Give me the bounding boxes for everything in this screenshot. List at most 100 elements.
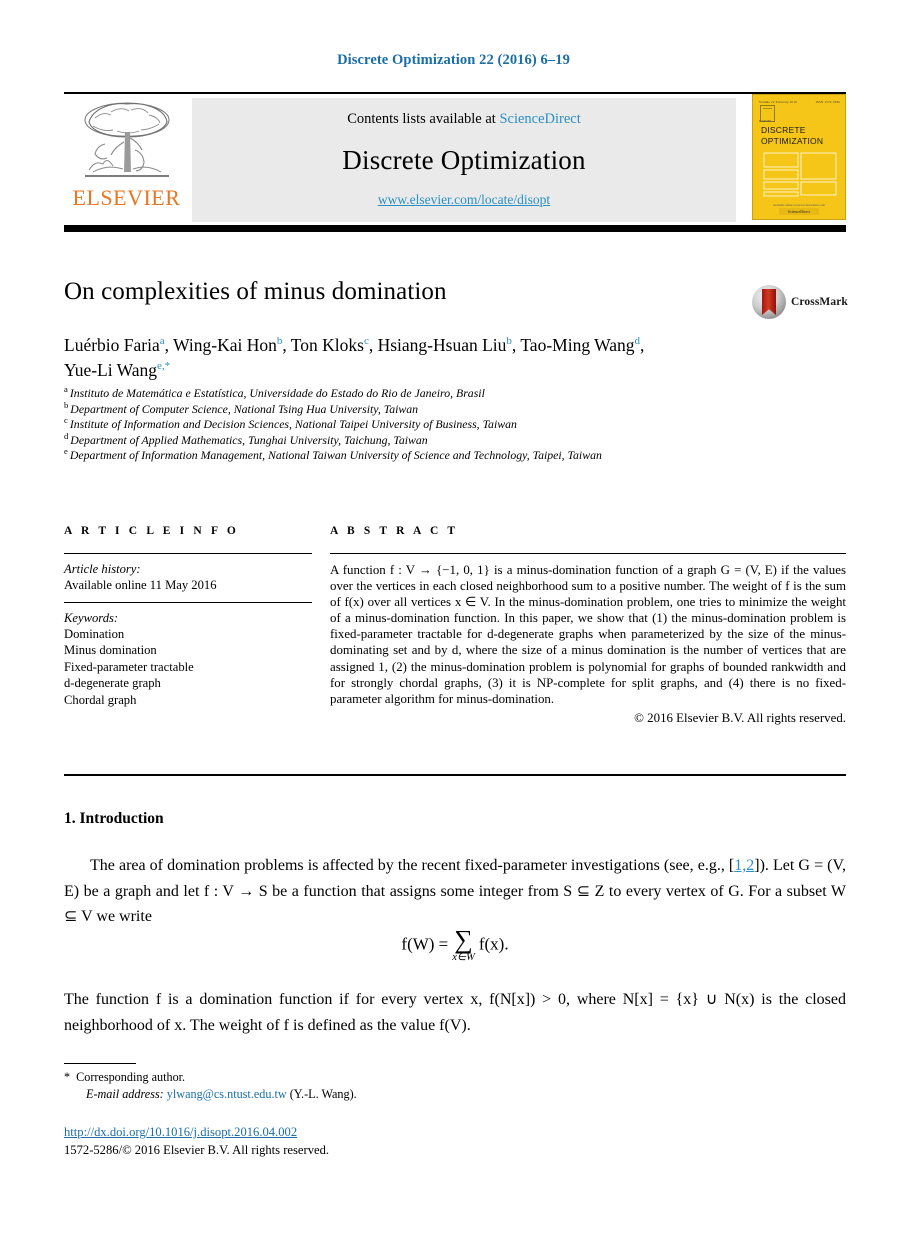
abstract-column: A B S T R A C T A function f : V → {−1, … bbox=[330, 525, 846, 726]
article-info-rule-top bbox=[64, 553, 312, 554]
keyword-item: d-degenerate graph bbox=[64, 676, 161, 691]
author-item: Luérbio Fariaa, bbox=[64, 335, 173, 355]
equation-rhs: f(x). bbox=[478, 934, 509, 954]
author-name: Ton Kloks bbox=[290, 335, 364, 355]
keyword-item: Chordal graph bbox=[64, 692, 137, 707]
author-sep: , bbox=[368, 335, 378, 355]
contents-line: Contents lists available at ScienceDirec… bbox=[347, 111, 581, 128]
abstract-text: A function f : V → {−1, 0, 1} is a minus… bbox=[330, 563, 846, 706]
cover-issn-text: ISSN 1572-5286 bbox=[815, 100, 840, 104]
author-name: Tao-Ming Wang bbox=[520, 335, 635, 355]
journal-cover-block: Volume 22 February 2016 ISSN 1572-5286 E… bbox=[750, 94, 846, 226]
email-label: E-mail address: bbox=[86, 1087, 164, 1101]
affiliation-mark: d bbox=[64, 430, 69, 441]
abstract-heading: A B S T R A C T bbox=[330, 525, 459, 537]
cover-brand-text: ELSEVIER bbox=[759, 120, 772, 123]
section-heading-introduction: 1. Introduction bbox=[64, 810, 164, 827]
affiliation-text: Department of Computer Science, National… bbox=[70, 401, 419, 416]
affiliation-text: Department of Information Management, Na… bbox=[69, 448, 602, 463]
journal-title: Discrete Optimization bbox=[342, 144, 586, 175]
author-list: Luérbio Fariaa, Wing-Kai Honb, Ton Kloks… bbox=[64, 333, 764, 383]
footer-block: http://dx.doi.org/10.1016/j.disopt.2016.… bbox=[64, 1124, 584, 1159]
cover-title-line2: OPTIMIZATION bbox=[761, 136, 824, 146]
affiliation-item: e Department of Information Management, N… bbox=[64, 446, 844, 464]
keyword-list: Domination Minus domination Fixed-parame… bbox=[64, 626, 312, 708]
corresponding-author-text: Corresponding author. bbox=[76, 1070, 186, 1084]
abstract-rule bbox=[330, 553, 846, 554]
body-paragraph-2: The function f is a domination function … bbox=[64, 991, 846, 1034]
keyword-item: Fixed-parameter tractable bbox=[64, 659, 194, 674]
author-sep: , bbox=[282, 335, 291, 355]
author-sep: , bbox=[164, 335, 174, 355]
journal-cover-image: Volume 22 February 2016 ISSN 1572-5286 E… bbox=[752, 94, 846, 220]
affiliation-mark: a bbox=[64, 384, 68, 395]
footnote-divider bbox=[64, 1063, 136, 1064]
section-divider bbox=[64, 774, 846, 776]
contents-prefix: Contents lists available at bbox=[347, 111, 500, 127]
author-line-1: Luérbio Fariaa, Wing-Kai Honb, Ton Kloks… bbox=[64, 333, 764, 358]
display-equation: f(W) = ∑ x∈W f(x). bbox=[64, 925, 846, 964]
masthead-black-bar bbox=[64, 225, 846, 232]
journal-url-link[interactable]: www.elsevier.com/locate/disopt bbox=[378, 192, 550, 208]
affiliation-item: a Instituto de Matemática e Estatística, … bbox=[64, 384, 844, 402]
keywords-label: Keywords: bbox=[64, 611, 119, 625]
article-info-rule-mid bbox=[64, 602, 312, 603]
body-paragraph-1: The area of domination problems is affec… bbox=[64, 853, 846, 930]
affiliation-mark: c bbox=[64, 415, 68, 426]
article-history-value: Available online 11 May 2016 bbox=[64, 578, 217, 592]
citation-link[interactable]: 1,2 bbox=[734, 857, 754, 874]
elsevier-logo: ELSEVIER bbox=[64, 94, 189, 226]
sciencedirect-link[interactable]: ScienceDirect bbox=[499, 111, 580, 127]
summation-symbol: ∑ bbox=[454, 925, 473, 954]
cover-topline: Volume 22 February 2016 ISSN 1572-5286 bbox=[759, 100, 840, 104]
crossmark-label: CrossMark bbox=[791, 296, 848, 308]
email-link[interactable]: ylwang@cs.ntust.edu.tw bbox=[167, 1087, 287, 1101]
abstract-copyright: © 2016 Elsevier B.V. All rights reserved… bbox=[634, 710, 846, 725]
footnote-block: * Corresponding author. E-mail address: y… bbox=[64, 1069, 584, 1103]
affiliation-text: Department of Applied Mathematics, Tungh… bbox=[70, 432, 428, 447]
journal-masthead: ELSEVIER Contents lists available at Sci… bbox=[64, 92, 846, 226]
elsevier-wordmark: ELSEVIER bbox=[72, 185, 181, 210]
issn-copyright-line: 1572-5286/© 2016 Elsevier B.V. All right… bbox=[64, 1142, 330, 1157]
affiliation-list: a Instituto de Matemática e Estatística, … bbox=[64, 384, 844, 464]
article-history-label: Article history: bbox=[64, 562, 141, 576]
crossmark-badge[interactable]: CrossMark bbox=[752, 283, 848, 321]
email-note: E-mail address: ylwang@cs.ntust.edu.tw (… bbox=[86, 1086, 584, 1103]
affiliation-mark: e bbox=[64, 446, 68, 457]
paper-page: Discrete Optimization 22 (2016) 6–19 ELS… bbox=[0, 0, 907, 1238]
affiliation-mark: b bbox=[64, 399, 69, 410]
doi-link[interactable]: http://dx.doi.org/10.1016/j.disopt.2016.… bbox=[64, 1125, 297, 1139]
author-affiliation-mark[interactable]: e,* bbox=[157, 360, 170, 372]
keyword-item: Minus domination bbox=[64, 643, 157, 658]
summation-subscript: x∈W bbox=[452, 952, 475, 963]
elsevier-tree-icon bbox=[84, 102, 169, 177]
affiliation-item: c Institute of Information and Decision S… bbox=[64, 415, 844, 433]
cover-title: DISCRETE OPTIMIZATION bbox=[761, 125, 823, 147]
affiliation-item: b Department of Computer Science, Nationa… bbox=[64, 399, 844, 418]
paragraph-text-a: The area of domination problems is affec… bbox=[90, 857, 735, 874]
affiliation-text: Institute of Information and Decision Sc… bbox=[69, 417, 517, 432]
author-item: Hsiang-Hsuan Liub, bbox=[378, 335, 521, 355]
author-name: Wing-Kai Hon bbox=[173, 335, 277, 355]
author-line-2: Yue-Li Wange,* bbox=[64, 358, 764, 383]
author-item: Yue-Li Wange,* bbox=[64, 360, 170, 380]
author-sep: , bbox=[640, 335, 645, 355]
cover-footer-badge: ScienceDirect bbox=[779, 208, 819, 215]
crossmark-icon bbox=[752, 285, 786, 319]
equation-lhs: f(W) = bbox=[401, 934, 449, 954]
author-item: Ton Kloksc, bbox=[291, 335, 378, 355]
article-info-column: A R T I C L E I N F O Article history: A… bbox=[64, 525, 312, 708]
corresponding-author-note: * Corresponding author. bbox=[64, 1069, 584, 1086]
author-name: Hsiang-Hsuan Liu bbox=[377, 335, 507, 355]
running-head: Discrete Optimization 22 (2016) 6–19 bbox=[337, 52, 570, 68]
cover-title-line1: DISCRETE bbox=[761, 125, 806, 135]
author-item: Wing-Kai Honb, bbox=[173, 335, 291, 355]
author-item: Tao-Ming Wangd, bbox=[520, 335, 644, 355]
author-name: Luérbio Faria bbox=[64, 335, 160, 355]
author-name: Yue-Li Wang bbox=[64, 360, 158, 380]
affiliation-item: d Department of Applied Mathematics, Tung… bbox=[64, 430, 844, 449]
summation-block: ∑ x∈W bbox=[452, 925, 475, 964]
keyword-item: Domination bbox=[64, 627, 125, 641]
cover-footer-text: Available online at www.sciencedirect.co… bbox=[773, 203, 825, 207]
cover-artwork-icon bbox=[763, 152, 837, 197]
